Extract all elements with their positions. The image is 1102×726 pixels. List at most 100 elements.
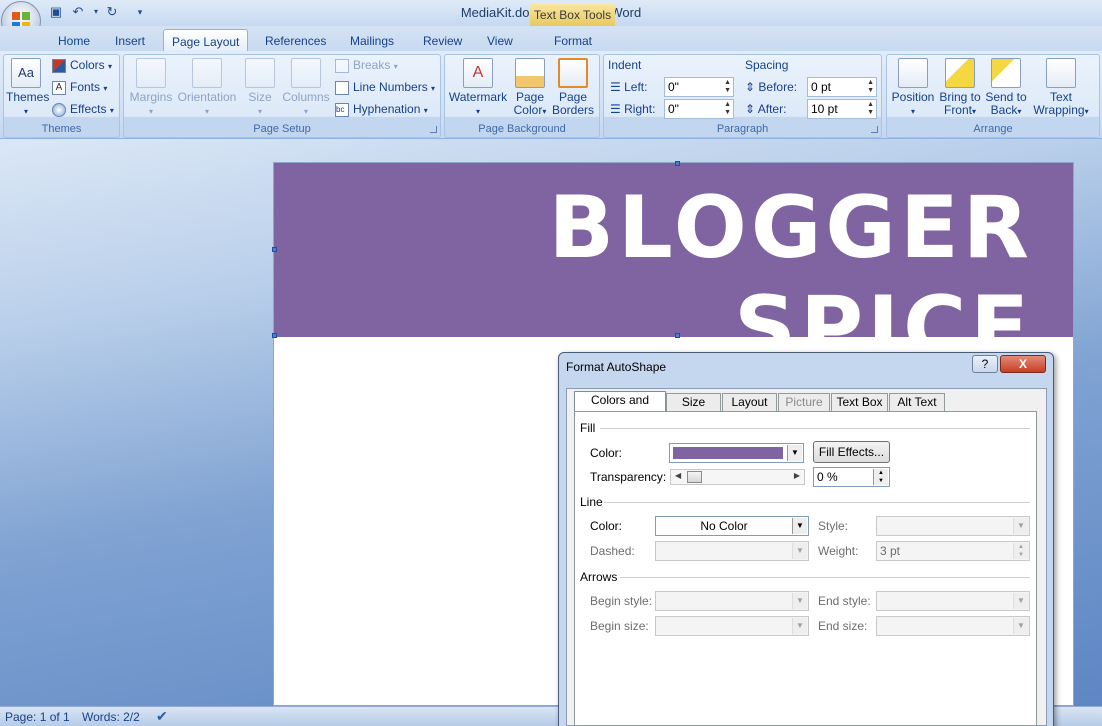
divider — [600, 428, 1030, 429]
chevron-down-icon[interactable]: ▼ — [792, 518, 807, 534]
tab-alt-text[interactable]: Alt Text — [889, 393, 945, 412]
paragraph-launcher-icon[interactable] — [871, 126, 878, 133]
page-count[interactable]: Page: 1 of 1 — [5, 710, 70, 724]
dialog-title: Format AutoShape — [566, 360, 667, 374]
indent-right-input[interactable]: 0" ▲ ▼ — [664, 99, 734, 119]
indent-left-input[interactable]: 0" ▲ ▼ — [664, 77, 734, 97]
dropdown-icon: ▾ — [475, 107, 480, 116]
orientation-button[interactable]: Orientation ▾ — [176, 58, 238, 118]
spacing-after-text: After: — [757, 102, 787, 116]
chevron-down-icon[interactable]: ▼ — [792, 618, 807, 634]
fill-color-select[interactable]: ▼ — [669, 443, 804, 463]
dropdown-icon: ▾ — [423, 106, 428, 115]
banner-text[interactable]: BLOGGER SPICE — [274, 178, 1073, 378]
spinner-icon[interactable]: ▲ ▼ — [1013, 543, 1028, 559]
begin-size-select[interactable]: ▼ — [655, 616, 809, 636]
fonts-button[interactable]: A Fonts ▾ — [52, 78, 107, 96]
tab-review[interactable]: Review — [415, 29, 470, 51]
spinner-icon[interactable]: ▲ ▼ — [724, 79, 731, 95]
tab-mailings[interactable]: Mailings — [342, 29, 402, 51]
transparency-input[interactable]: 0 % ▲ ▼ — [813, 467, 890, 487]
tab-page-layout[interactable]: Page Layout — [163, 29, 249, 51]
word-count[interactable]: Words: 2/2 — [82, 710, 140, 724]
tab-text-box[interactable]: Text Box — [831, 393, 888, 412]
columns-button[interactable]: Columns ▾ — [282, 58, 330, 118]
position-button[interactable]: Position ▾ — [889, 58, 937, 118]
colors-button[interactable]: Colors ▾ — [52, 56, 112, 74]
end-style-select[interactable]: ▼ — [876, 591, 1030, 611]
dashed-label: Dashed: — [590, 544, 635, 558]
slider-left-arrow-icon[interactable]: ◀ — [675, 471, 681, 480]
resize-handle[interactable] — [675, 161, 680, 166]
chevron-down-icon[interactable]: ▼ — [1013, 593, 1028, 609]
margins-button[interactable]: Margins ▾ — [128, 58, 174, 118]
dropdown-icon: ▾ — [108, 62, 113, 71]
undo-icon[interactable]: ↶ — [70, 4, 86, 20]
spinner-icon[interactable]: ▲ ▼ — [867, 79, 874, 95]
fill-effects-button[interactable]: Fill Effects... — [813, 441, 890, 463]
arrange-group-label: Arrange — [973, 123, 1013, 135]
send-to-back-button[interactable]: Send to Back▾ — [984, 58, 1028, 118]
indent-left-icon: ☰ — [610, 80, 621, 94]
end-size-select[interactable]: ▼ — [876, 616, 1030, 636]
chevron-down-icon[interactable]: ▼ — [1013, 518, 1028, 534]
resize-handle[interactable] — [675, 333, 680, 338]
bring-to-front-icon — [945, 58, 975, 88]
dropdown-icon: ▾ — [148, 107, 153, 116]
tab-format[interactable]: Format — [546, 29, 600, 51]
line-style-select[interactable]: ▼ — [876, 516, 1030, 536]
spacing-after-input[interactable]: 10 pt ▲ ▼ — [807, 99, 877, 119]
chevron-down-icon[interactable]: ▼ — [787, 445, 802, 461]
page-setup-launcher-icon[interactable] — [430, 126, 437, 133]
tab-insert[interactable]: Insert — [107, 29, 153, 51]
page-borders-button[interactable]: Page Borders — [552, 58, 594, 117]
text-wrapping-button[interactable]: Text Wrapping▾ — [1030, 58, 1092, 118]
hyphenation-button[interactable]: bc Hyphenation ▾ — [335, 100, 428, 118]
tab-references[interactable]: References — [257, 29, 334, 51]
begin-style-select[interactable]: ▼ — [655, 591, 809, 611]
tab-size[interactable]: Size — [666, 393, 721, 412]
tab-colors-and-lines[interactable]: Colors and Lines — [574, 391, 666, 424]
spinner-icon[interactable]: ▲ ▼ — [873, 469, 888, 485]
spinner-icon[interactable]: ▲ ▼ — [724, 101, 731, 117]
spacing-after-value: 10 pt — [811, 102, 838, 116]
effects-button[interactable]: Effects ▾ — [52, 100, 114, 118]
page-background-group-label: Page Background — [478, 123, 566, 135]
save-icon[interactable]: ▣ — [48, 4, 64, 20]
redo-icon[interactable]: ↻ — [104, 4, 120, 20]
dashed-select[interactable]: ▼ — [655, 541, 809, 561]
slider-right-arrow-icon[interactable]: ▶ — [794, 471, 800, 480]
resize-handle[interactable] — [272, 333, 277, 338]
undo-dropdown-icon[interactable]: ▾ — [88, 4, 104, 20]
line-color-select[interactable]: No Color ▼ — [655, 516, 809, 536]
proofing-icon[interactable]: ✔ — [156, 708, 168, 725]
breaks-button[interactable]: Breaks ▾ — [335, 56, 398, 74]
transparency-slider[interactable]: ◀ ▶ — [670, 469, 805, 485]
spinner-icon[interactable]: ▲ ▼ — [867, 101, 874, 117]
weight-input[interactable]: 3 pt ▲ ▼ — [876, 541, 1030, 561]
tab-layout[interactable]: Layout — [722, 393, 777, 412]
tab-view[interactable]: View — [479, 29, 521, 51]
help-button[interactable]: ? — [972, 355, 998, 373]
line-style-label: Style: — [818, 519, 849, 533]
customize-icon[interactable]: ▾ — [132, 4, 148, 20]
resize-handle[interactable] — [272, 247, 277, 252]
columns-icon — [291, 58, 321, 88]
close-button[interactable]: X — [1000, 355, 1046, 373]
tab-picture[interactable]: Picture — [778, 393, 830, 412]
slider-thumb[interactable] — [687, 471, 702, 483]
tab-panel — [574, 411, 1037, 726]
spacing-before-input[interactable]: 0 pt ▲ ▼ — [807, 77, 877, 97]
begin-style-label: Begin style: — [590, 594, 653, 608]
spacing-before-value: 0 pt — [811, 80, 832, 94]
size-button[interactable]: Size ▾ — [243, 58, 277, 118]
chevron-down-icon[interactable]: ▼ — [792, 593, 807, 609]
chevron-down-icon[interactable]: ▼ — [792, 543, 807, 559]
bring-to-front-button[interactable]: Bring to Front▾ — [937, 58, 983, 118]
line-numbers-button[interactable]: Line Numbers ▾ — [335, 78, 435, 96]
page-color-button[interactable]: Page Color▾ — [510, 58, 550, 118]
themes-button[interactable]: Aa Themes ▾ — [6, 58, 49, 118]
tab-home[interactable]: Home — [50, 29, 98, 51]
watermark-button[interactable]: A Watermark ▾ — [448, 58, 508, 118]
chevron-down-icon[interactable]: ▼ — [1013, 618, 1028, 634]
